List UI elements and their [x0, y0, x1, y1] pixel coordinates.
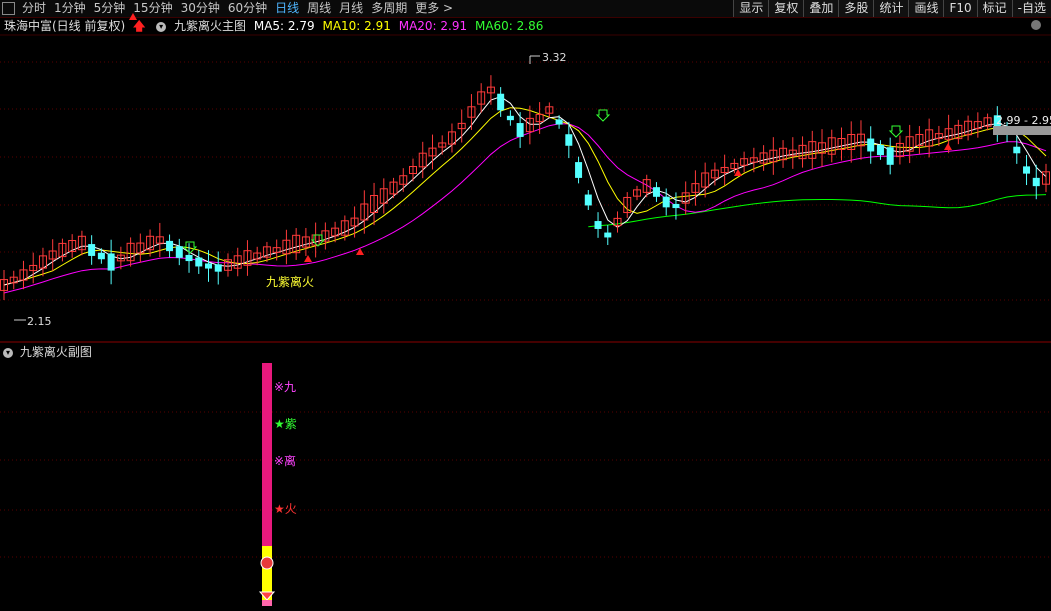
kline-chart: 3.32 2.15 九紫离火 2.99 - 2.95 ※九 ★紫 ※离 ★火	[0, 13, 1051, 606]
window-toggle-icon[interactable]	[2, 2, 15, 15]
high-price-label: 3.32	[542, 51, 567, 64]
indicator-info-bar: 珠海中富(日线 前复权) 🡅 ▾ 九紫离火主图 MA5: 2.79 MA10: …	[0, 18, 1051, 34]
ma10-line	[3, 107, 1047, 286]
tab-fenshi[interactable]: 分时	[18, 0, 50, 17]
price-range-box	[993, 126, 1051, 135]
tab-60min[interactable]: 60分钟	[224, 0, 271, 17]
up-arrow-icon: 🡅	[133, 19, 146, 33]
candlestick-series	[0, 75, 1050, 301]
diamond-icon	[258, 591, 276, 601]
chart-grid	[0, 34, 1051, 558]
price-labels: 3.32 2.15 九紫离火 2.99 - 2.95	[14, 51, 1051, 328]
stock-name: 珠海中富(日线 前复权)	[4, 19, 126, 33]
toolbar-buttons: 显示 复权 叠加 多股 统计 画线 F10 标记 -自选	[733, 0, 1051, 17]
display-button[interactable]: 显示	[733, 0, 769, 17]
ma20-line	[3, 123, 1047, 294]
ma60-value: MA60: 2.86	[474, 19, 544, 33]
label-huo: ★火	[274, 502, 297, 516]
period-toolbar: 分时 1分钟 5分钟 15分钟 30分钟 60分钟 日线 周线 月线 多周期 更…	[0, 0, 1051, 18]
ma5-line	[3, 96, 1047, 286]
sub-chart-title[interactable]: 九紫离火副图	[20, 345, 92, 359]
close-icon[interactable]	[1031, 20, 1041, 30]
bar-tail	[262, 600, 272, 606]
signal-ball-icon	[260, 556, 274, 570]
sub-chart-title-bar: ▾ 九紫离火副图	[0, 344, 92, 360]
f10-button[interactable]: F10	[943, 0, 977, 17]
multi-stock-button[interactable]: 多股	[838, 0, 874, 17]
chevron-down-icon[interactable]: ▾	[156, 21, 167, 32]
label-zi: ★紫	[274, 417, 297, 431]
signal-text-label: 九紫离火	[266, 274, 314, 289]
magenta-bar	[262, 363, 272, 546]
tab-15min[interactable]: 15分钟	[129, 0, 176, 17]
low-price-label: 2.15	[27, 315, 52, 328]
tab-5min[interactable]: 5分钟	[90, 0, 130, 17]
draw-line-button[interactable]: 画线	[908, 0, 944, 17]
label-li: ※离	[274, 453, 296, 468]
tab-monthly[interactable]: 月线	[335, 0, 367, 17]
tab-daily[interactable]: 日线	[271, 0, 303, 17]
period-tabs: 分时 1分钟 5分钟 15分钟 30分钟 60分钟 日线 周线 月线 多周期 更…	[0, 0, 457, 17]
signal-markers	[129, 13, 952, 262]
watchlist-button[interactable]: -自选	[1011, 0, 1051, 17]
price-range-label: 2.99 - 2.95	[996, 114, 1051, 127]
adjust-button[interactable]: 复权	[768, 0, 804, 17]
tab-multi-period[interactable]: 多周期	[367, 0, 411, 17]
sub-chart-labels: ※九 ★紫 ※离 ★火	[274, 380, 297, 516]
ma10-value: MA10: 2.91	[322, 19, 391, 33]
tab-weekly[interactable]: 周线	[303, 0, 335, 17]
indicator-name[interactable]: 九紫离火主图	[174, 19, 246, 33]
tab-more[interactable]: 更多 >	[411, 0, 457, 17]
ma60-line	[588, 194, 1047, 228]
tab-1min[interactable]: 1分钟	[50, 0, 90, 17]
sub-chart	[258, 363, 276, 606]
chevron-down-icon[interactable]: ▾	[3, 347, 13, 358]
ma20-value: MA20: 2.91	[398, 19, 468, 33]
mark-button[interactable]: 标记	[976, 0, 1012, 17]
yellow-bar	[262, 546, 272, 606]
label-jiu: ※九	[274, 380, 296, 394]
stats-button[interactable]: 统计	[873, 0, 909, 17]
overlay-button[interactable]: 叠加	[803, 0, 839, 17]
tab-30min[interactable]: 30分钟	[177, 0, 224, 17]
ma5-value: MA5: 2.79	[253, 19, 315, 33]
